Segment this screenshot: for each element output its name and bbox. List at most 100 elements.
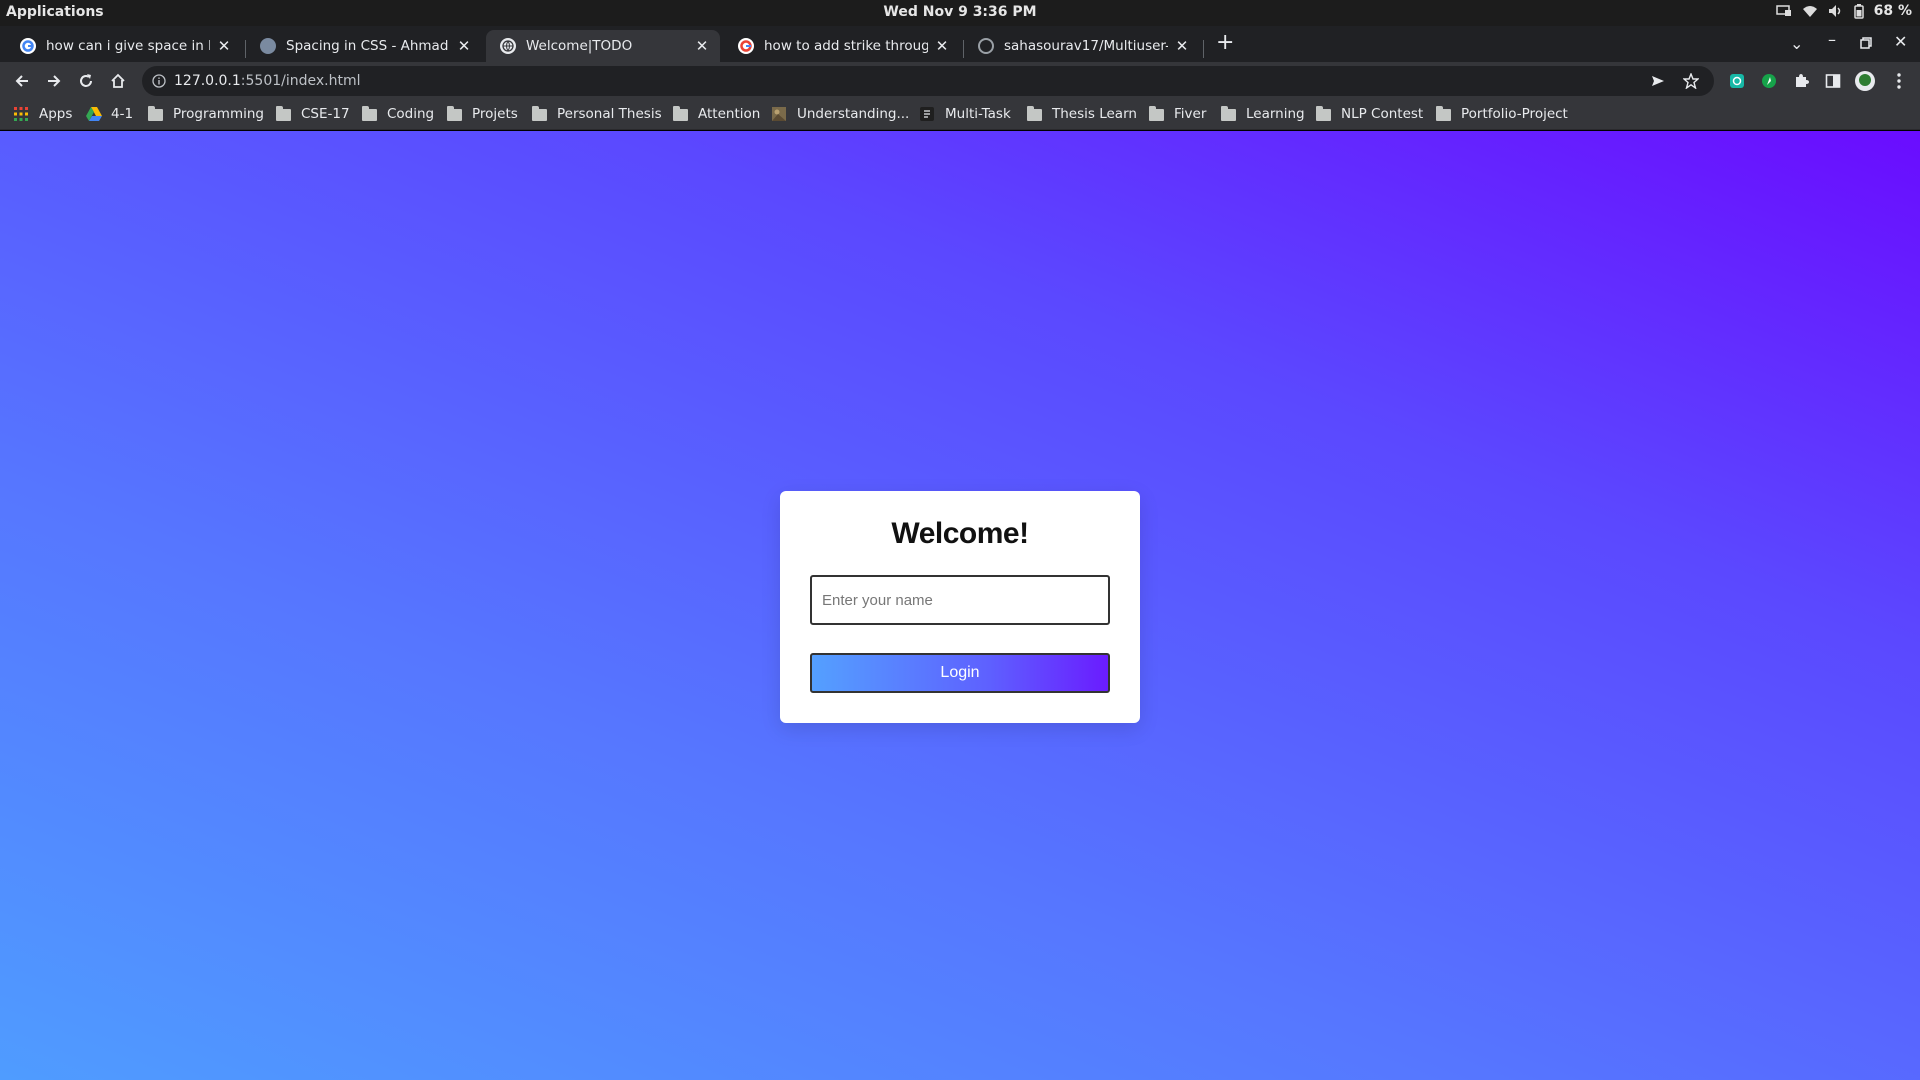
- site-info-icon[interactable]: [152, 73, 166, 92]
- bookmark-cse-17[interactable]: CSE-17: [276, 106, 350, 122]
- close-window-icon[interactable]: ✕: [1894, 32, 1907, 51]
- bookmark-label: Projets: [472, 106, 518, 122]
- google-icon: [738, 38, 754, 54]
- login-card: Welcome! Login: [780, 491, 1140, 723]
- tab-how-to-add-strike[interactable]: how to add strike through in ✕: [724, 30, 960, 62]
- volume-icon: [1828, 4, 1844, 18]
- google-icon: [20, 38, 36, 54]
- page-viewport: Welcome! Login: [0, 131, 1920, 1080]
- wifi-icon: [1802, 4, 1818, 18]
- system-tray[interactable]: 68 %: [1775, 3, 1912, 19]
- battery-percent: 68 %: [1873, 3, 1912, 19]
- site-icon: [920, 107, 936, 121]
- tab-title: how to add strike through in: [764, 38, 928, 54]
- folder-icon: [148, 106, 164, 121]
- folder-icon: [362, 106, 378, 121]
- login-button[interactable]: Login: [810, 653, 1110, 693]
- url-path: :5501/index.html: [240, 73, 361, 89]
- bookmark-label: Attention: [698, 106, 761, 122]
- bookmark-nlp-contest[interactable]: NLP Contest: [1316, 106, 1423, 122]
- back-icon[interactable]: [11, 70, 33, 92]
- bookmark-multi-task[interactable]: Multi-Task: [920, 106, 1011, 122]
- side-panel-icon[interactable]: [1823, 71, 1843, 91]
- tab-title: sahasourav17/Multiuser-To: [1004, 38, 1168, 54]
- bookmark-fiver[interactable]: Fiver: [1149, 106, 1206, 122]
- tab-how-can-i-give-space[interactable]: how can i give space in betw ✕: [6, 30, 242, 62]
- bookmark-programming[interactable]: Programming: [148, 106, 264, 122]
- url-text: 127.0.0.1:5501/index.html: [174, 73, 361, 89]
- folder-icon: [1221, 106, 1237, 121]
- tab-separator: [1203, 40, 1204, 58]
- minimize-icon[interactable]: –: [1828, 30, 1836, 49]
- tab-strip: how can i give space in betw ✕ Spacing i…: [0, 26, 1920, 62]
- tab-title: how can i give space in betw: [46, 38, 210, 54]
- tab-search-icon[interactable]: ⌄: [1790, 34, 1803, 53]
- profile-avatar[interactable]: [1855, 71, 1875, 91]
- globe-icon: [500, 38, 516, 54]
- name-input[interactable]: [810, 575, 1110, 625]
- bookmark-understanding[interactable]: Understanding...: [772, 106, 909, 122]
- bookmark-coding[interactable]: Coding: [362, 106, 434, 122]
- url-host: 127.0.0.1: [174, 73, 241, 89]
- drive-icon: [86, 107, 102, 121]
- bookmark-4-1[interactable]: 4-1: [86, 106, 133, 122]
- extension-green-icon[interactable]: [1759, 71, 1779, 91]
- bookmark-label: 4-1: [111, 106, 134, 122]
- image-icon: [772, 107, 788, 121]
- bookmark-star-icon[interactable]: [1682, 72, 1700, 93]
- bookmarks-bar: Apps 4-1 Programming CSE-17 Coding Proje…: [0, 100, 1920, 130]
- bookmark-label: Personal Thesis: [557, 106, 662, 122]
- tab-title: Spacing in CSS - Ahmad Shad: [286, 38, 450, 54]
- close-icon[interactable]: ✕: [1174, 37, 1190, 55]
- home-icon[interactable]: [107, 70, 129, 92]
- bookmark-label: Fiver: [1174, 106, 1207, 122]
- bookmark-label: Coding: [387, 106, 435, 122]
- folder-icon: [276, 106, 292, 121]
- bookmark-label: Portfolio-Project: [1461, 106, 1568, 122]
- bookmark-label: Multi-Task: [945, 106, 1011, 122]
- folder-icon: [532, 106, 548, 121]
- send-to-device-icon[interactable]: [1650, 73, 1666, 93]
- bookmark-label: NLP Contest: [1341, 106, 1424, 122]
- page-title: Welcome!: [891, 517, 1029, 550]
- bookmark-label: Thesis Learn: [1052, 106, 1137, 122]
- bookmark-apps[interactable]: Apps: [14, 106, 72, 122]
- close-icon[interactable]: ✕: [934, 37, 950, 55]
- address-bar[interactable]: 127.0.0.1:5501/index.html: [142, 66, 1714, 96]
- bookmark-label: Learning: [1246, 106, 1305, 122]
- new-tab-button[interactable]: +: [1216, 30, 1234, 55]
- bookmark-label: CSE-17: [301, 106, 350, 122]
- forward-icon[interactable]: [43, 70, 65, 92]
- folder-icon: [1316, 106, 1332, 121]
- restore-icon[interactable]: [1860, 34, 1872, 53]
- folder-icon: [1027, 106, 1043, 121]
- tab-multiuser-github[interactable]: sahasourav17/Multiuser-To ✕: [964, 30, 1200, 62]
- bookmark-learning[interactable]: Learning: [1221, 106, 1305, 122]
- folder-icon: [1436, 106, 1452, 121]
- close-icon[interactable]: ✕: [216, 37, 232, 55]
- bookmark-attention[interactable]: Attention: [673, 106, 760, 122]
- folder-icon: [1149, 106, 1165, 121]
- bookmark-personal-thesis[interactable]: Personal Thesis: [532, 106, 662, 122]
- reload-icon[interactable]: [75, 70, 97, 92]
- apps-grid-icon: [14, 107, 30, 121]
- extensions-puzzle-icon[interactable]: [1791, 71, 1811, 91]
- bookmark-label: Programming: [173, 106, 264, 122]
- close-icon[interactable]: ✕: [694, 37, 710, 55]
- browser-toolbar: 127.0.0.1:5501/index.html: [0, 62, 1920, 100]
- display-icon: [1775, 4, 1792, 18]
- clock[interactable]: Wed Nov 9 3:36 PM: [0, 4, 1920, 20]
- extension-teal-icon[interactable]: [1727, 71, 1747, 91]
- bookmark-portfolio-project[interactable]: Portfolio-Project: [1436, 106, 1568, 122]
- tab-spacing-in-css[interactable]: Spacing in CSS - Ahmad Shad ✕: [246, 30, 482, 62]
- github-icon: [978, 38, 994, 54]
- os-top-bar: Applications Wed Nov 9 3:36 PM 68 %: [0, 0, 1920, 26]
- bookmark-thesis-learn[interactable]: Thesis Learn: [1027, 106, 1137, 122]
- folder-icon: [673, 106, 689, 121]
- close-icon[interactable]: ✕: [456, 37, 472, 55]
- bookmark-projets[interactable]: Projets: [447, 106, 518, 122]
- menu-kebab-icon[interactable]: [1889, 71, 1909, 91]
- bookmark-label: Apps: [39, 106, 73, 122]
- bookmark-label: Understanding...: [797, 106, 910, 122]
- tab-welcome-todo[interactable]: Welcome|TODO ✕: [486, 30, 720, 62]
